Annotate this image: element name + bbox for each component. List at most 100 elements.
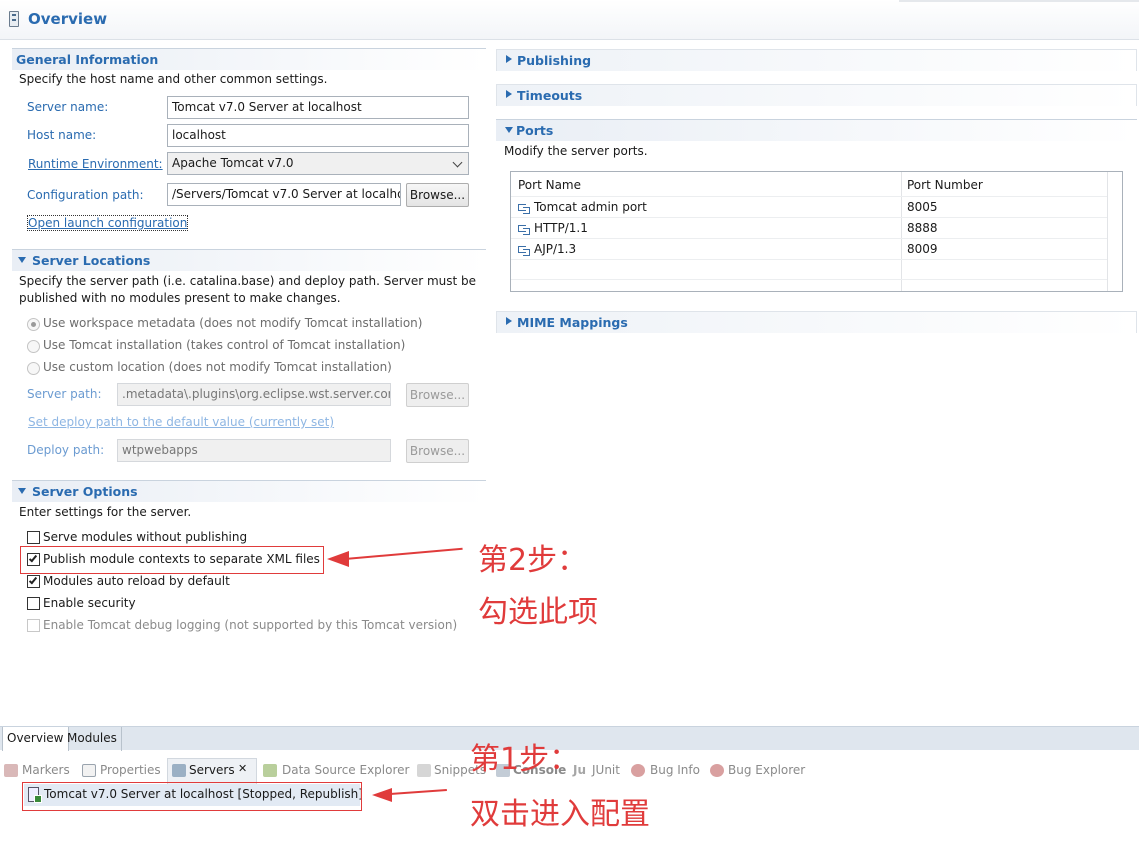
checkbox-modules-auto-reload-label: Modules auto reload by default <box>43 574 230 588</box>
runtime-environment-link[interactable]: Runtime Environment: <box>28 157 163 171</box>
tab-markers[interactable]: Markers <box>22 763 70 777</box>
arrow-head-icon <box>372 788 392 802</box>
check-mark-icon <box>28 575 38 585</box>
port-number[interactable]: 8888 <box>907 221 938 235</box>
deploy-path-browse-button[interactable]: Browse... <box>406 439 469 463</box>
checkbox-publish-module-contexts[interactable] <box>27 553 40 566</box>
section-title: Ports <box>516 123 554 138</box>
tab-servers[interactable]: Servers <box>189 763 235 777</box>
column-separator <box>1107 172 1108 291</box>
bug-explorer-icon <box>710 764 724 777</box>
config-browse-button[interactable]: Browse... <box>406 183 469 207</box>
servers-icon <box>172 764 186 777</box>
server-name-input[interactable]: Tomcat v7.0 Server at localhost <box>167 96 469 119</box>
check-mark-icon <box>28 553 38 563</box>
row-divider <box>511 196 1107 197</box>
section-publishing[interactable]: Publishing <box>496 49 1137 71</box>
page-title: Overview <box>28 10 108 28</box>
annotation-step2-title: 第2步： <box>478 543 588 578</box>
annotation-arrow-step1 <box>389 789 447 795</box>
arrow-head-icon <box>327 551 349 567</box>
server-editor-icon <box>9 11 19 27</box>
tab-bug-explorer[interactable]: Bug Explorer <box>728 763 805 777</box>
properties-icon <box>82 764 96 777</box>
checkbox-enable-security[interactable] <box>27 597 40 610</box>
highlight-box-server-entry <box>22 782 362 811</box>
runtime-environment-value: Apache Tomcat v7.0 <box>172 156 294 170</box>
deploy-path-input[interactable]: wtpwebapps <box>117 439 391 462</box>
section-ports[interactable]: Ports <box>496 119 1137 141</box>
host-name-input[interactable]: localhost <box>167 124 469 147</box>
port-name: Tomcat admin port <box>534 200 647 214</box>
radio-tomcat-installation-label: Use Tomcat installation (takes control o… <box>43 338 406 352</box>
checkbox-serve-without-publishing[interactable] <box>27 531 40 544</box>
annotation-step1-title: 第1步： <box>470 742 580 777</box>
set-deploy-path-link[interactable]: Set deploy path to the default value (cu… <box>28 415 334 429</box>
section-title: General Information <box>16 52 159 67</box>
radio-workspace-metadata-label: Use workspace metadata (does not modify … <box>43 316 423 330</box>
port-name: AJP/1.3 <box>534 242 577 256</box>
port-number[interactable]: 8005 <box>907 200 938 214</box>
locations-description-2: published with no modules present to mak… <box>19 291 341 305</box>
section-timeouts[interactable]: Timeouts <box>496 84 1137 106</box>
header-strip <box>899 0 1139 2</box>
row-divider <box>511 238 1107 239</box>
tab-overview[interactable]: Overview <box>2 727 69 751</box>
checkbox-tomcat-debug-logging[interactable] <box>27 619 40 632</box>
expand-arrow-icon <box>506 90 512 98</box>
column-separator <box>901 172 902 291</box>
open-launch-configuration-link[interactable]: Open launch configuration <box>26 215 189 231</box>
expand-arrow-icon <box>506 317 512 325</box>
collapse-arrow-icon <box>18 257 26 263</box>
data-source-explorer-icon <box>263 764 277 777</box>
port-number[interactable]: 8009 <box>907 242 938 256</box>
radio-tomcat-installation[interactable] <box>27 340 40 353</box>
collapse-arrow-icon <box>18 488 26 494</box>
section-server-locations[interactable]: Server Locations <box>12 249 486 271</box>
host-name-label: Host name: <box>27 128 97 142</box>
tab-properties[interactable]: Properties <box>100 763 161 777</box>
section-title: Server Locations <box>32 253 151 268</box>
deploy-path-label: Deploy path: <box>27 443 105 457</box>
radio-custom-location-label: Use custom location (does not modify Tom… <box>43 360 392 374</box>
section-title: Server Options <box>32 484 138 499</box>
column-header-port-number[interactable]: Port Number <box>907 178 983 192</box>
radio-workspace-metadata[interactable] <box>27 318 40 331</box>
section-general-information[interactable]: General Information <box>12 48 486 70</box>
close-icon[interactable]: ✕ <box>238 762 247 775</box>
expand-arrow-icon <box>506 55 512 63</box>
ports-table: Port Name Port Number Tomcat admin port … <box>510 171 1123 292</box>
options-description: Enter settings for the server. <box>19 505 192 519</box>
port-icon <box>518 224 530 235</box>
section-title: Publishing <box>517 53 592 68</box>
annotation-step2-text: 勾选此项 <box>478 595 598 630</box>
checkbox-serve-without-publishing-label: Serve modules without publishing <box>43 530 248 544</box>
section-mime-mappings[interactable]: MIME Mappings <box>496 311 1137 333</box>
annotation-step1-text: 双击进入配置 <box>470 797 650 832</box>
markers-icon <box>4 764 18 777</box>
server-path-label: Server path: <box>27 387 102 401</box>
tab-data-source-explorer[interactable]: Data Source Explorer <box>282 763 409 777</box>
port-icon <box>518 203 530 214</box>
configuration-path-input[interactable]: /Servers/Tomcat v7.0 Server at localhos <box>167 183 401 206</box>
tab-bug-info[interactable]: Bug Info <box>650 763 700 777</box>
tab-modules[interactable]: Modules <box>63 727 122 751</box>
column-header-port-name[interactable]: Port Name <box>518 178 581 192</box>
snippets-icon <box>417 764 431 777</box>
locations-description-1: Specify the server path (i.e. catalina.b… <box>19 274 477 288</box>
chevron-down-icon <box>452 157 463 168</box>
bug-info-icon <box>631 764 645 777</box>
configuration-path-label: Configuration path: <box>27 188 144 202</box>
radio-custom-location[interactable] <box>27 362 40 375</box>
server-name-label: Server name: <box>27 100 109 114</box>
section-server-options[interactable]: Server Options <box>12 480 486 502</box>
row-divider <box>511 259 1107 260</box>
checkbox-modules-auto-reload[interactable] <box>27 575 40 588</box>
server-path-browse-button[interactable]: Browse... <box>406 383 469 407</box>
server-path-input[interactable]: .metadata\.plugins\org.eclipse.wst.serve… <box>117 383 391 406</box>
runtime-environment-select[interactable]: Apache Tomcat v7.0 <box>167 152 469 175</box>
tab-junit[interactable]: JUnit <box>592 763 620 777</box>
section-title: Timeouts <box>517 88 583 103</box>
row-divider <box>511 279 1107 280</box>
checkbox-tomcat-debug-logging-label: Enable Tomcat debug logging (not support… <box>43 618 458 632</box>
